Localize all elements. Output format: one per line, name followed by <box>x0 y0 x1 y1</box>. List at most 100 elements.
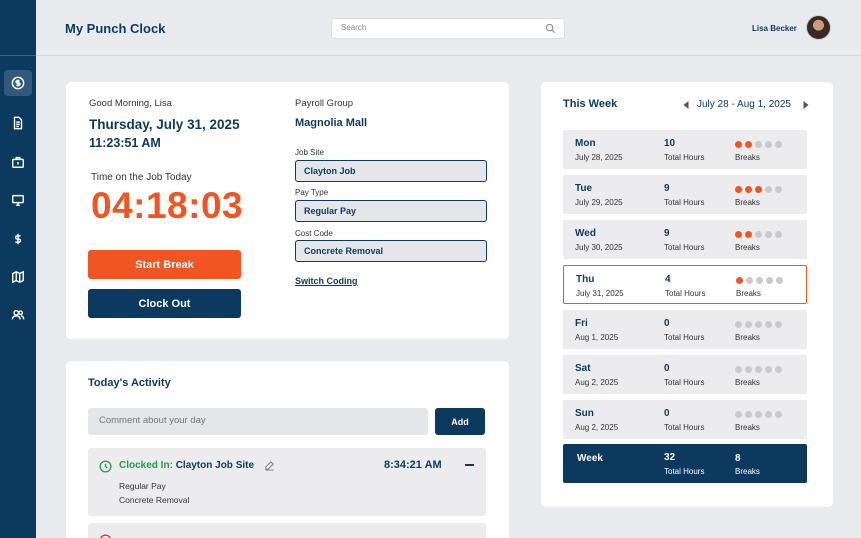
user-name[interactable]: Lisa Becker <box>752 24 797 33</box>
sidebar-item-timeclock[interactable] <box>4 70 32 96</box>
job-site-label: Job Site <box>295 148 324 157</box>
break-dot-taken <box>735 231 742 238</box>
sidebar <box>0 0 36 538</box>
start-break-button[interactable]: Start Break <box>88 250 241 279</box>
day-hours: 4 <box>665 274 671 285</box>
break-dot-empty <box>735 321 742 328</box>
sidebar-item-documents[interactable] <box>4 110 32 136</box>
switch-coding-link[interactable]: Switch Coding <box>295 276 358 286</box>
activity-item-time: 8:34:21 AM <box>384 459 442 471</box>
week-card: This Week July 28 - Aug 1, 2025 Mon July … <box>541 82 833 507</box>
dollar-clock-icon <box>11 76 25 90</box>
week-total-breaks: 8 <box>735 453 741 464</box>
next-week-icon[interactable] <box>802 101 809 109</box>
break-dot-empty <box>735 411 742 418</box>
collapse-icon[interactable] <box>465 464 474 466</box>
day-hours-label: Total Hours <box>664 153 705 162</box>
break-dot-empty <box>756 277 763 284</box>
break-dots <box>735 141 782 148</box>
break-dot-empty <box>765 321 772 328</box>
dollar-icon <box>14 233 22 245</box>
break-dot-empty <box>755 231 762 238</box>
job-timer: 04:18:03 <box>91 185 244 226</box>
week-total-row: Week 32 Total Hours 8 Breaks <box>563 444 807 483</box>
break-dots <box>735 366 782 373</box>
sidebar-item-screen[interactable] <box>4 187 32 213</box>
break-dot-empty <box>775 141 782 148</box>
activity-title: Today's Activity <box>88 377 171 389</box>
break-dot-empty <box>775 321 782 328</box>
day-name: Sat <box>575 363 591 374</box>
cost-code-field[interactable]: Concrete Removal <box>295 240 487 262</box>
comment-box[interactable] <box>88 408 428 435</box>
prev-week-icon[interactable] <box>683 101 690 109</box>
day-name: Wed <box>575 228 596 239</box>
activity-item-title: Clocked In: Clayton Job Site <box>119 460 254 471</box>
day-hours-label: Total Hours <box>664 198 705 207</box>
day-hours-label: Total Hours <box>664 333 705 342</box>
current-date: Thursday, July 31, 2025 <box>89 117 240 132</box>
week-total-hours: 32 <box>664 452 676 463</box>
day-row-wed[interactable]: Wed July 30, 2025 9 Total Hours Breaks <box>563 220 807 259</box>
monitor-icon <box>12 194 24 206</box>
day-row-sat[interactable]: Sat Aug 2, 2025 0 Total Hours Breaks <box>563 355 807 394</box>
edit-icon[interactable] <box>264 460 275 471</box>
avatar[interactable] <box>806 15 831 40</box>
day-hours: 9 <box>664 183 670 194</box>
sidebar-item-team[interactable] <box>4 302 32 328</box>
search-icon[interactable] <box>545 23 556 34</box>
sidebar-item-payroll[interactable] <box>4 226 32 252</box>
day-row-thu[interactable]: Thu July 31, 2025 4 Total Hours Breaks <box>563 265 807 304</box>
briefcase-icon <box>12 156 24 168</box>
break-dot-taken <box>735 141 742 148</box>
activity-item-partial <box>88 523 486 538</box>
break-dot-empty <box>735 366 742 373</box>
pay-type-label: Pay Type <box>295 188 329 197</box>
day-hours: 9 <box>664 228 670 239</box>
day-breaks-label: Breaks <box>735 198 760 207</box>
search-box[interactable] <box>331 18 565 39</box>
break-dot-taken <box>745 231 752 238</box>
break-dot-empty <box>755 411 762 418</box>
payroll-group-value: Magnolia Mall <box>295 117 368 129</box>
day-row-sun[interactable]: Sun Aug 2, 2025 0 Total Hours Breaks <box>563 400 807 439</box>
comment-input[interactable] <box>99 415 419 426</box>
break-dots <box>736 277 783 284</box>
clock-out-button[interactable]: Clock Out <box>88 289 241 318</box>
day-hours-label: Total Hours <box>664 423 705 432</box>
break-dot-empty <box>765 186 772 193</box>
job-site-field[interactable]: Clayton Job <box>295 160 487 182</box>
day-hours-label: Total Hours <box>664 243 705 252</box>
break-dot-empty <box>766 277 773 284</box>
day-row-fri[interactable]: Fri Aug 1, 2025 0 Total Hours Breaks <box>563 310 807 349</box>
day-hours: 10 <box>664 138 676 149</box>
day-name: Mon <box>575 138 596 149</box>
break-dot-empty <box>775 231 782 238</box>
clock-card: Good Morning, Lisa Thursday, July 31, 20… <box>66 82 509 339</box>
day-date: July 30, 2025 <box>575 243 623 252</box>
add-comment-button[interactable]: Add <box>435 408 485 435</box>
cost-code-label: Cost Code <box>295 229 333 238</box>
day-date: July 28, 2025 <box>575 153 623 162</box>
sidebar-item-jobs[interactable] <box>4 149 32 175</box>
day-breaks-label: Breaks <box>735 153 760 162</box>
week-total-hours-label: Total Hours <box>664 467 705 476</box>
day-date: Aug 2, 2025 <box>575 423 619 432</box>
day-breaks-label: Breaks <box>736 289 761 298</box>
search-input[interactable] <box>341 23 541 32</box>
day-date: July 31, 2025 <box>576 289 624 298</box>
day-row-mon[interactable]: Mon July 28, 2025 10 Total Hours Breaks <box>563 130 807 169</box>
sidebar-item-map[interactable] <box>4 264 32 290</box>
clock-out-icon <box>100 534 111 538</box>
day-breaks-label: Breaks <box>735 378 760 387</box>
break-dots <box>735 321 782 328</box>
pay-type-field[interactable]: Regular Pay <box>295 200 487 222</box>
day-row-tue[interactable]: Tue July 29, 2025 9 Total Hours Breaks <box>563 175 807 214</box>
day-breaks-label: Breaks <box>735 423 760 432</box>
greeting: Good Morning, Lisa <box>89 98 172 109</box>
day-name: Thu <box>576 274 595 285</box>
week-total-breaks-label: Breaks <box>735 467 760 476</box>
break-dots <box>735 186 782 193</box>
job-time-label: Time on the Job Today <box>91 172 192 183</box>
break-dots <box>735 411 782 418</box>
